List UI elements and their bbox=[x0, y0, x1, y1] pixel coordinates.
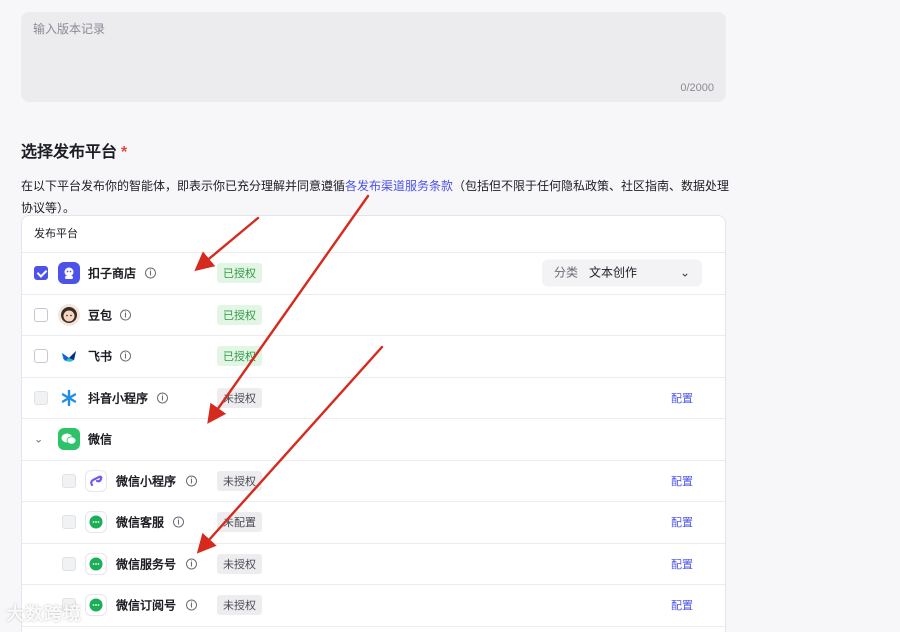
doubao-checkbox[interactable] bbox=[34, 307, 48, 322]
wechat-kf-config-link[interactable]: 配置 bbox=[671, 514, 693, 530]
wechat-service-config-link[interactable]: 配置 bbox=[671, 556, 693, 572]
section-title-text: 选择发布平台 bbox=[21, 144, 118, 161]
info-icon[interactable]: i bbox=[120, 350, 131, 362]
terms-description: 在以下平台发布你的智能体，即表示你已充分理解并同意遵循各发布渠道服务条款（包括但… bbox=[21, 175, 731, 219]
wechat-icon bbox=[58, 428, 80, 451]
wechat-subscription-icon bbox=[85, 594, 107, 617]
info-icon[interactable]: i bbox=[186, 558, 197, 570]
wechat-mini-config-link[interactable]: 配置 bbox=[671, 473, 693, 489]
platform-row-wechat-customer-service: 微信客服 i 未配置 配置 bbox=[22, 502, 725, 544]
category-select[interactable]: 分类 文本创作 ⌄ bbox=[542, 259, 702, 287]
wechat-customer-service-icon bbox=[85, 511, 107, 534]
category-value: 文本创作 bbox=[589, 265, 638, 280]
platform-row-wechat-service-account: 微信服务号 i 未授权 配置 bbox=[22, 544, 725, 585]
douyin-status-badge: 未授权 bbox=[217, 387, 262, 408]
wechat-kf-checkbox[interactable] bbox=[62, 515, 76, 530]
wechat-service-status-badge: 未授权 bbox=[217, 553, 262, 574]
wechat-kf-name: 微信客服 bbox=[116, 515, 165, 530]
platform-row-coze-store: 扣子商店 i 已授权 分类 文本创作 ⌄ bbox=[22, 253, 725, 295]
wechat-group-name: 微信 bbox=[88, 432, 113, 447]
platform-table: 发布平台 扣子商店 i 已授权 分类 文本创作 ⌄ 豆包 i 已授权 飞书 i … bbox=[21, 215, 726, 632]
coze-store-status-badge: 已授权 bbox=[217, 263, 262, 284]
wechat-service-account-icon bbox=[85, 552, 107, 575]
info-icon[interactable]: i bbox=[173, 516, 184, 528]
feishu-status-badge: 已授权 bbox=[217, 346, 262, 367]
table-header: 发布平台 bbox=[22, 216, 725, 253]
wechat-mini-name: 微信小程序 bbox=[116, 474, 177, 489]
info-icon[interactable]: i bbox=[120, 309, 131, 321]
wechat-mini-checkbox[interactable] bbox=[62, 473, 76, 488]
douyin-checkbox[interactable] bbox=[34, 390, 48, 405]
version-record-placeholder: 输入版本记录 bbox=[33, 22, 106, 36]
douyin-name: 抖音小程序 bbox=[88, 391, 149, 406]
doubao-icon bbox=[58, 303, 80, 326]
platform-row-feishu: 飞书 i 已授权 bbox=[22, 336, 725, 378]
chevron-down-icon: ⌄ bbox=[679, 265, 690, 280]
wechat-service-name: 微信服务号 bbox=[116, 557, 177, 572]
wechat-service-checkbox[interactable] bbox=[62, 556, 76, 571]
chevron-down-icon[interactable]: ⌄ bbox=[34, 433, 43, 446]
required-mark: * bbox=[121, 144, 128, 161]
coze-store-icon bbox=[58, 262, 80, 285]
wechat-kf-status-badge: 未配置 bbox=[217, 512, 262, 533]
info-icon[interactable]: i bbox=[186, 475, 197, 487]
feishu-name: 飞书 bbox=[88, 349, 113, 364]
doubao-name: 豆包 bbox=[88, 308, 113, 323]
wechat-sub-name: 微信订阅号 bbox=[116, 598, 177, 613]
info-icon[interactable]: i bbox=[157, 392, 168, 404]
platform-group-wechat[interactable]: ⌄ 微信 bbox=[22, 419, 725, 461]
info-icon[interactable]: i bbox=[145, 267, 156, 279]
platform-row-douyin-mini-program: 抖音小程序 i 未授权 配置 bbox=[22, 378, 725, 419]
doubao-status-badge: 已授权 bbox=[217, 304, 262, 325]
wechat-mini-status-badge: 未授权 bbox=[217, 470, 262, 491]
wechat-sub-config-link[interactable]: 配置 bbox=[671, 597, 693, 613]
coze-store-name: 扣子商店 bbox=[88, 266, 137, 281]
char-counter: 0/2000 bbox=[680, 82, 714, 94]
feishu-icon bbox=[58, 345, 80, 367]
wechat-mini-program-icon bbox=[85, 469, 107, 492]
wechat-sub-status-badge: 未授权 bbox=[217, 595, 262, 616]
douyin-mini-program-icon bbox=[58, 387, 80, 409]
feishu-checkbox[interactable] bbox=[34, 349, 48, 364]
platform-row-doubao: 豆包 i 已授权 bbox=[22, 295, 725, 336]
terms-text-before: 在以下平台发布你的智能体，即表示你已充分理解并同意遵循 bbox=[21, 179, 346, 193]
terms-link[interactable]: 各发布渠道服务条款 bbox=[345, 179, 453, 193]
platform-row-wechat-mini-program: 微信小程序 i 未授权 配置 bbox=[22, 461, 725, 502]
info-icon[interactable]: i bbox=[186, 599, 197, 611]
douyin-config-link[interactable]: 配置 bbox=[671, 390, 693, 406]
version-record-input[interactable]: 输入版本记录 0/2000 bbox=[21, 12, 726, 102]
platform-row-wechat-subscription: 微信订阅号 i 未授权 配置 bbox=[22, 585, 725, 627]
category-label: 分类 bbox=[554, 265, 579, 280]
section-title: 选择发布平台 * bbox=[21, 138, 127, 162]
watermark: 大数跨境 bbox=[6, 604, 82, 624]
coze-store-checkbox[interactable] bbox=[34, 266, 48, 281]
